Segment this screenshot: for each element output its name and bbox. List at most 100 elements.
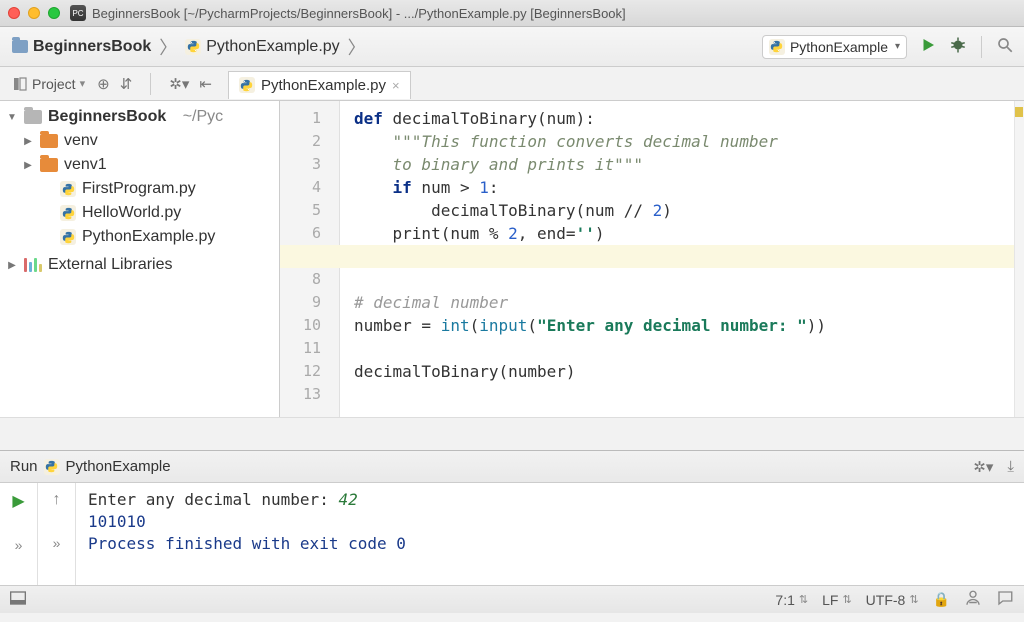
python-file-icon: [60, 205, 76, 221]
close-tab-icon[interactable]: ×: [392, 78, 400, 93]
hide-icon[interactable]: ⇤: [199, 75, 212, 93]
run-config-name: PythonExample: [66, 458, 171, 475]
breadcrumb: BeginnersBook 〉 PythonExample.py 〉: [10, 34, 754, 60]
expand-icon[interactable]: ▶: [22, 136, 34, 147]
breadcrumb-separator-icon: 〉: [348, 34, 366, 60]
tree-external-libraries[interactable]: ▶ External Libraries: [0, 253, 279, 277]
run-config-label: PythonExample: [790, 39, 888, 55]
line-separator-selector[interactable]: LF: [822, 592, 852, 608]
line-number: 6: [280, 222, 339, 245]
divider: [981, 36, 982, 58]
tree-root[interactable]: ▼ BeginnersBook ~/Pyc: [0, 105, 279, 129]
line-number: 13: [280, 383, 339, 406]
line-number: 12: [280, 360, 339, 383]
tree-file[interactable]: FirstProgram.py: [0, 177, 279, 201]
run-gutter-right: ↑ »: [38, 483, 76, 585]
breadcrumb-project[interactable]: BeginnersBook: [10, 36, 153, 58]
tree-folder-label: venv: [64, 132, 98, 150]
line-number: 10: [280, 314, 339, 337]
run-tool-window: Run PythonExample ✲▾ ⤓ ▶ » ↑ » Enter any…: [0, 450, 1024, 585]
console-line: Process finished with exit code 0: [88, 533, 1012, 555]
window-title: BeginnersBook [~/PycharmProjects/Beginne…: [92, 6, 626, 21]
rerun-button[interactable]: ▶: [12, 491, 24, 511]
tree-file-label: FirstProgram.py: [82, 180, 196, 198]
run-header: Run PythonExample ✲▾ ⤓: [0, 451, 1024, 483]
python-file-icon: [185, 39, 201, 55]
breadcrumb-file[interactable]: PythonExample.py: [183, 36, 341, 58]
inspector-icon[interactable]: [964, 589, 982, 610]
warning-marker-icon[interactable]: [1015, 107, 1023, 117]
export-icon[interactable]: ⤓: [1007, 458, 1014, 475]
line-number: 5: [280, 199, 339, 222]
folder-icon: [24, 110, 42, 124]
settings-icon[interactable]: ✲▾: [973, 458, 993, 476]
tree-root-path: ~/Pyc: [183, 108, 223, 126]
breadcrumb-file-label: PythonExample.py: [206, 38, 339, 56]
readonly-lock-icon[interactable]: 🔒: [933, 591, 950, 608]
editor-bottom-gap: [0, 417, 1024, 450]
collapse-icon[interactable]: ⇵: [120, 75, 133, 93]
line-number: 11: [280, 337, 339, 360]
error-stripe[interactable]: [1014, 101, 1024, 417]
line-number: 3: [280, 153, 339, 176]
tree-file-label: HelloWorld.py: [82, 204, 181, 222]
breadcrumb-separator-icon: 〉: [159, 34, 177, 60]
folder-icon: [40, 158, 58, 172]
python-file-icon: [44, 459, 60, 475]
tool-row: Project▾ ⊕ ⇵ ✲▾ ⇤ PythonExample.py ×: [0, 67, 1024, 101]
search-button[interactable]: [996, 36, 1014, 57]
console-output[interactable]: Enter any decimal number: 42 101010 Proc…: [76, 483, 1024, 585]
line-number: 8: [280, 268, 339, 291]
settings-icon[interactable]: ✲▾: [169, 75, 189, 93]
line-number: 1: [280, 107, 339, 130]
more-icon[interactable]: »: [15, 537, 23, 553]
console-user-input: 42: [338, 490, 357, 509]
python-file-icon: [239, 77, 255, 93]
run-label: Run: [10, 458, 38, 475]
expand-icon[interactable]: ▶: [22, 160, 34, 171]
minimize-window-button[interactable]: [28, 7, 40, 19]
run-config-selector[interactable]: PythonExample: [762, 35, 907, 59]
line-number: 4: [280, 176, 339, 199]
nav-right: PythonExample: [762, 35, 1014, 59]
up-stack-icon[interactable]: ↑: [53, 491, 61, 509]
run-gutter-left: ▶ »: [0, 483, 38, 585]
expand-icon[interactable]: ▶: [6, 260, 18, 271]
debug-button[interactable]: [949, 36, 967, 57]
console-line: Enter any decimal number:: [88, 490, 338, 509]
editor-tab-label: PythonExample.py: [261, 77, 386, 94]
python-file-icon: [60, 229, 76, 245]
app-icon: PC: [70, 5, 86, 21]
libraries-icon: [24, 258, 42, 272]
console-line: 101010: [88, 511, 1012, 533]
caret-position[interactable]: 7:1: [775, 592, 808, 608]
project-tree[interactable]: ▼ BeginnersBook ~/Pyc ▶ venv ▶ venv1 Fir…: [0, 101, 280, 417]
expand-icon[interactable]: ▼: [6, 112, 18, 123]
tree-external-libraries-label: External Libraries: [48, 256, 173, 274]
navigation-bar: BeginnersBook 〉 PythonExample.py 〉 Pytho…: [0, 27, 1024, 67]
zoom-window-button[interactable]: [48, 7, 60, 19]
run-body: ▶ » ↑ » Enter any decimal number: 42 101…: [0, 483, 1024, 585]
tree-file[interactable]: HelloWorld.py: [0, 201, 279, 225]
divider: [150, 73, 151, 95]
tree-file[interactable]: PythonExample.py: [0, 225, 279, 249]
breadcrumb-project-label: BeginnersBook: [33, 38, 151, 56]
locate-icon[interactable]: ⊕: [97, 75, 110, 93]
editor-tab[interactable]: PythonExample.py ×: [228, 71, 411, 99]
tree-folder[interactable]: ▶ venv1: [0, 153, 279, 177]
line-number: 2: [280, 130, 339, 153]
tree-folder[interactable]: ▶ venv: [0, 129, 279, 153]
encoding-selector[interactable]: UTF-8: [866, 592, 919, 608]
feedback-icon[interactable]: [996, 589, 1014, 610]
close-window-button[interactable]: [8, 7, 20, 19]
status-bar: 7:1 LF UTF-8 🔒: [0, 585, 1024, 613]
ui-toggle-icon[interactable]: [10, 591, 26, 608]
more-icon[interactable]: »: [53, 535, 61, 551]
traffic-lights: [8, 7, 60, 19]
project-tool-button[interactable]: Project▾: [6, 74, 91, 94]
code-editor[interactable]: 1 2 3 4 5 6 7 8 9 10 11 12 13 def decima…: [280, 101, 1024, 417]
project-tool-icons: ⊕ ⇵ ✲▾ ⇤: [97, 73, 212, 95]
project-tool-label: Project: [32, 76, 76, 92]
tree-file-label: PythonExample.py: [82, 228, 215, 246]
run-button[interactable]: [919, 36, 937, 57]
